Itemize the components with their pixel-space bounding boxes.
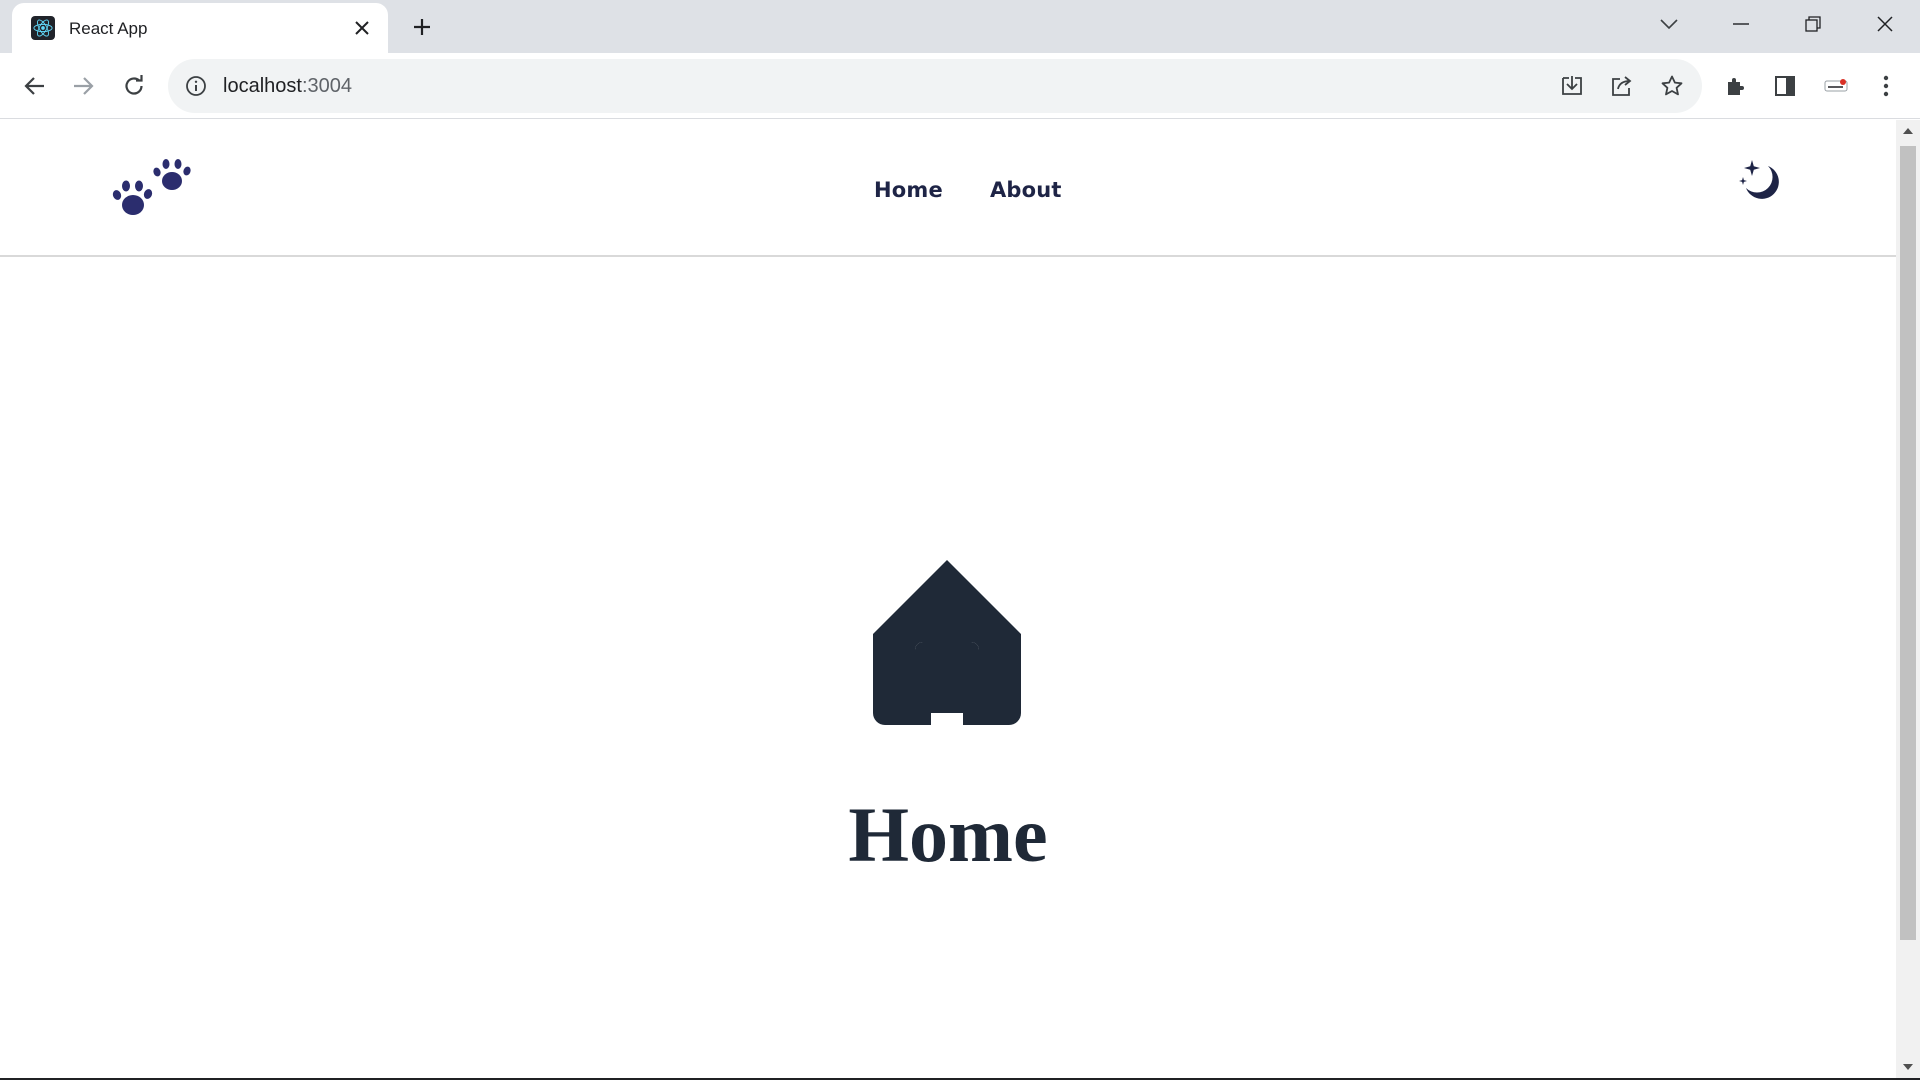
- react-logo-icon: [31, 16, 55, 40]
- browser-menu-icon[interactable]: [1870, 70, 1902, 102]
- url-host: localhost: [223, 75, 302, 97]
- scroll-down-arrow-icon[interactable]: [1896, 1058, 1920, 1076]
- url-text[interactable]: localhost:3004: [223, 75, 352, 98]
- page-scrollbar[interactable]: [1896, 120, 1920, 1078]
- site-info-icon[interactable]: [184, 74, 208, 98]
- scroll-up-arrow-icon[interactable]: [1896, 122, 1920, 140]
- extensions-puzzle-icon[interactable]: [1720, 70, 1752, 102]
- reload-icon[interactable]: [118, 70, 150, 102]
- home-icon: [873, 560, 1021, 725]
- tab-title: React App: [69, 19, 148, 38]
- back-arrow-icon[interactable]: [18, 70, 50, 102]
- page-title: Home: [848, 791, 1048, 878]
- address-bar[interactable]: localhost:3004: [168, 59, 1702, 113]
- moon-stars-icon[interactable]: [1738, 158, 1784, 204]
- url-port: :3004: [301, 75, 352, 97]
- close-tab-icon[interactable]: [350, 16, 374, 40]
- nav-link-about[interactable]: About: [990, 178, 1062, 202]
- browser-toolbar: localhost:3004: [0, 53, 1920, 119]
- nav-link-home[interactable]: Home: [874, 178, 943, 202]
- close-window-button[interactable]: [1850, 0, 1920, 48]
- bookmark-star-icon[interactable]: [1658, 72, 1686, 100]
- install-app-icon[interactable]: [1558, 72, 1586, 100]
- browser-tab[interactable]: React App: [12, 3, 388, 53]
- forward-arrow-icon[interactable]: [68, 70, 100, 102]
- profile-avatar-icon[interactable]: [1820, 70, 1852, 102]
- restore-button[interactable]: [1778, 0, 1848, 48]
- site-header: Home About: [0, 120, 1896, 257]
- browser-tabstrip: React App: [0, 0, 1920, 53]
- paw-prints-icon[interactable]: [112, 158, 194, 222]
- scroll-thumb[interactable]: [1900, 146, 1916, 940]
- share-icon[interactable]: [1608, 72, 1636, 100]
- minimize-button[interactable]: [1706, 0, 1776, 48]
- side-panel-icon[interactable]: [1769, 70, 1801, 102]
- tab-search-icon[interactable]: [1634, 0, 1704, 48]
- page-viewport: Home About Home: [0, 120, 1896, 1078]
- new-tab-button[interactable]: [408, 13, 436, 41]
- main-nav: Home About: [874, 178, 1062, 202]
